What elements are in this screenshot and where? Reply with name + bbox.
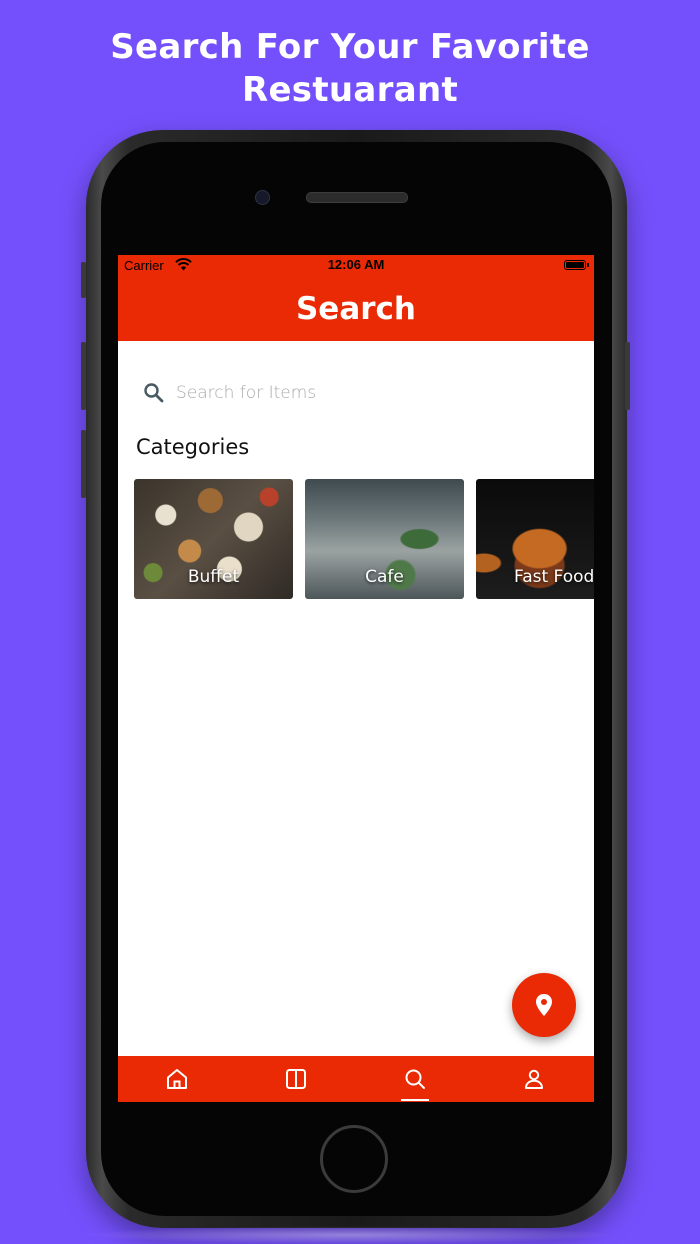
category-label: Fast Food bbox=[514, 567, 594, 587]
category-label: Cafe bbox=[365, 567, 404, 587]
promo-headline-line1: Search For Your Favorite bbox=[110, 27, 590, 67]
promo-headline: Search For Your Favorite Restuarant bbox=[0, 26, 700, 112]
volume-down-button bbox=[81, 430, 86, 498]
floor-glow bbox=[80, 1226, 620, 1244]
search-icon bbox=[144, 383, 164, 403]
profile-icon bbox=[525, 1069, 543, 1089]
page-title: Search bbox=[118, 277, 594, 341]
nav-home[interactable] bbox=[118, 1056, 237, 1102]
category-card-cafe[interactable]: Cafe bbox=[305, 479, 464, 599]
home-icon bbox=[167, 1069, 187, 1089]
search-icon bbox=[405, 1069, 425, 1089]
search-bar bbox=[138, 375, 574, 411]
book-icon bbox=[286, 1069, 306, 1089]
location-fab-button[interactable] bbox=[512, 973, 576, 1037]
location-pin-icon bbox=[536, 994, 552, 1016]
categories-title: Categories bbox=[136, 435, 250, 459]
bottom-nav bbox=[118, 1056, 594, 1102]
search-input[interactable] bbox=[174, 377, 558, 409]
promo-headline-line2: Restuarant bbox=[241, 70, 459, 110]
nav-book[interactable] bbox=[237, 1056, 356, 1102]
nav-search[interactable] bbox=[356, 1056, 475, 1102]
battery-icon bbox=[564, 260, 589, 270]
active-tab-indicator bbox=[401, 1099, 429, 1101]
category-label: Buffet bbox=[187, 567, 240, 587]
volume-up-button bbox=[81, 342, 86, 410]
status-time: 12:06 AM bbox=[327, 257, 385, 272]
status-bar: Carrier 12:06 AM bbox=[118, 255, 594, 277]
power-button bbox=[625, 342, 630, 410]
front-camera bbox=[255, 190, 270, 205]
nav-profile[interactable] bbox=[475, 1056, 594, 1102]
home-hardware-button[interactable] bbox=[320, 1125, 388, 1193]
earpiece-speaker bbox=[306, 192, 408, 203]
app-screen: Carrier 12:06 AM Search Categories Buffe… bbox=[118, 255, 594, 1102]
mute-switch bbox=[81, 262, 86, 298]
category-card-buffet[interactable]: Buffet bbox=[134, 479, 293, 599]
category-card-fast-food[interactable]: Fast Food bbox=[476, 479, 594, 599]
